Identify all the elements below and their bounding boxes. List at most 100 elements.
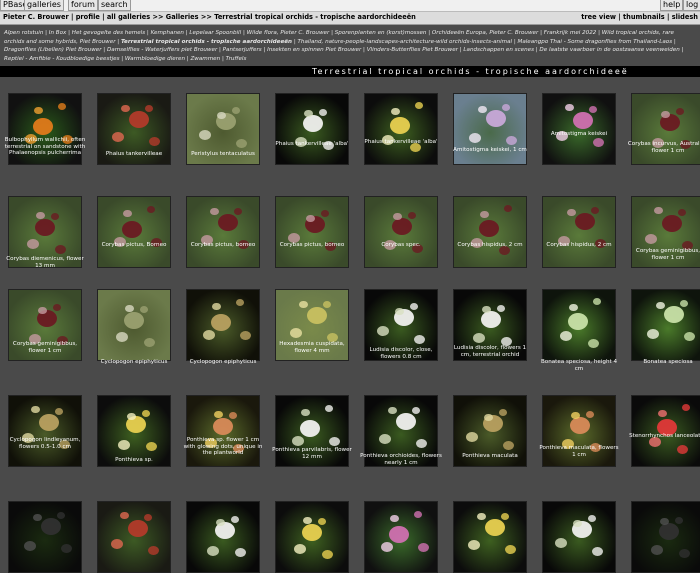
- corybas-photo[interactable]: [275, 196, 349, 268]
- photo-detail: [126, 412, 136, 421]
- corybas-photo[interactable]: [364, 196, 438, 268]
- photo-detail: [568, 303, 578, 312]
- green-orchid-photo[interactable]: [542, 289, 616, 361]
- corybas-photo[interactable]: [542, 196, 616, 268]
- photo-detail: [33, 118, 53, 135]
- photo-detail: [390, 107, 400, 116]
- photo-detail: [41, 518, 61, 535]
- breadcrumb-path[interactable]: Pieter C. Brouwer | profile | all galler…: [3, 13, 416, 21]
- thumbnail-caption: Phaius tankervilleae 'alba': [275, 141, 349, 147]
- grass-orchid-photo[interactable]: [97, 289, 171, 361]
- photo-detail: [593, 298, 601, 305]
- photo-detail: [55, 408, 63, 415]
- photo-detail: [664, 306, 684, 323]
- photo-detail: [555, 538, 567, 549]
- gallery-title: Terrestrial tropical orchids - tropische…: [312, 67, 629, 76]
- photo-detail: [504, 544, 516, 554]
- lilac-orchid-photo[interactable]: [453, 93, 527, 165]
- photo-detail: [587, 338, 599, 348]
- photo-detail: [505, 135, 517, 145]
- photo-detail: [209, 207, 219, 216]
- photo-detail: [486, 110, 506, 127]
- white-orchid-photo[interactable]: [275, 93, 349, 165]
- photo-detail: [318, 518, 326, 525]
- photo-detail: [37, 306, 47, 315]
- photo-detail: [39, 414, 59, 431]
- pink-orchid-photo[interactable]: [542, 93, 616, 165]
- photo-detail: [58, 103, 66, 110]
- photo-detail: [122, 209, 132, 218]
- photo-detail: [298, 300, 308, 309]
- photo-detail: [676, 444, 688, 454]
- corybas-photo[interactable]: [97, 196, 171, 268]
- search-button[interactable]: search: [98, 0, 131, 11]
- photo-detail: [111, 539, 123, 550]
- photo-detail: [305, 214, 315, 223]
- photo-detail: [575, 213, 595, 230]
- stem-orchid-photo[interactable]: [186, 289, 260, 361]
- photo-detail: [502, 104, 510, 111]
- photo-detail: [415, 438, 427, 448]
- corybas-photo[interactable]: [186, 196, 260, 268]
- red-orchid-photo[interactable]: [97, 501, 171, 573]
- photo-detail: [412, 407, 420, 414]
- thumbnail-caption: Ludisia discolor, flowers 1 cm, terrestr…: [453, 345, 527, 358]
- white-orchid-photo[interactable]: [186, 501, 260, 573]
- thumbnail-caption: Corybas hispidus, 2 cm: [457, 242, 523, 248]
- photo-detail: [483, 413, 493, 422]
- green-orchid-photo[interactable]: [631, 289, 700, 361]
- thumbnail-caption: Bonatea speciosa, height 4 cm: [540, 359, 618, 372]
- photo-detail: [128, 520, 148, 537]
- photo-detail: [675, 517, 683, 524]
- yellow-orchid-photo[interactable]: [364, 93, 438, 165]
- stem-orchid-photo[interactable]: [8, 395, 82, 467]
- thumbnail-caption: Ponthieva orchioides, flowers nearly 1 c…: [360, 453, 442, 466]
- photo-detail: [588, 515, 596, 522]
- thumbnail-caption: Bulbophyllum wallichii, often terrestria…: [4, 137, 86, 157]
- photo-detail: [140, 306, 148, 313]
- photo-detail: [586, 411, 594, 418]
- photo-detail: [290, 328, 302, 339]
- photo-detail: [302, 516, 312, 525]
- photo-detail: [476, 512, 486, 521]
- photo-detail: [112, 132, 124, 143]
- photo-detail: [573, 112, 593, 129]
- galleries-button[interactable]: galleries: [24, 0, 64, 11]
- view-mode-links[interactable]: tree view | thumbnails | slidesh: [581, 13, 698, 21]
- photo-detail: [203, 330, 215, 341]
- corybas-photo[interactable]: [453, 196, 527, 268]
- photo-detail: [144, 514, 152, 521]
- photo-detail: [207, 546, 219, 557]
- photo-detail: [118, 440, 130, 451]
- photo-detail: [408, 212, 416, 219]
- help-button[interactable]: help: [660, 0, 684, 11]
- yellow-orchid-photo[interactable]: [453, 501, 527, 573]
- current-gallery-link[interactable]: Terrestrial tropical orchids - tropische…: [121, 39, 292, 45]
- photo-detail: [124, 312, 144, 329]
- photo-detail: [651, 545, 663, 556]
- photo-detail: [142, 410, 150, 417]
- photo-detail: [239, 330, 251, 340]
- login-button[interactable]: log: [683, 0, 700, 11]
- dark-photo[interactable]: [631, 501, 700, 573]
- thumbnail-caption: Hexadesmia cuspidata, flower 4 mm: [279, 341, 345, 354]
- forum-button[interactable]: forum: [68, 0, 98, 11]
- corybas-photo[interactable]: [631, 93, 700, 165]
- photo-detail: [417, 542, 429, 552]
- yellow-orchid-photo[interactable]: [275, 501, 349, 573]
- photo-detail: [122, 221, 142, 238]
- red-spike-photo[interactable]: [631, 395, 700, 467]
- photo-detail: [570, 411, 580, 420]
- dark-photo[interactable]: [8, 501, 82, 573]
- white-orchid-photo[interactable]: [542, 501, 616, 573]
- gallery-title-bar: Terrestrial tropical orchids - tropische…: [0, 66, 700, 77]
- photo-detail: [485, 519, 505, 536]
- photo-detail: [497, 305, 505, 312]
- photo-detail: [30, 405, 40, 414]
- photo-detail: [116, 332, 128, 343]
- photo-detail: [592, 137, 604, 147]
- photo-detail: [124, 304, 134, 313]
- pink-orchid-photo[interactable]: [364, 501, 438, 573]
- photo-detail: [477, 105, 487, 114]
- photo-detail: [235, 138, 247, 148]
